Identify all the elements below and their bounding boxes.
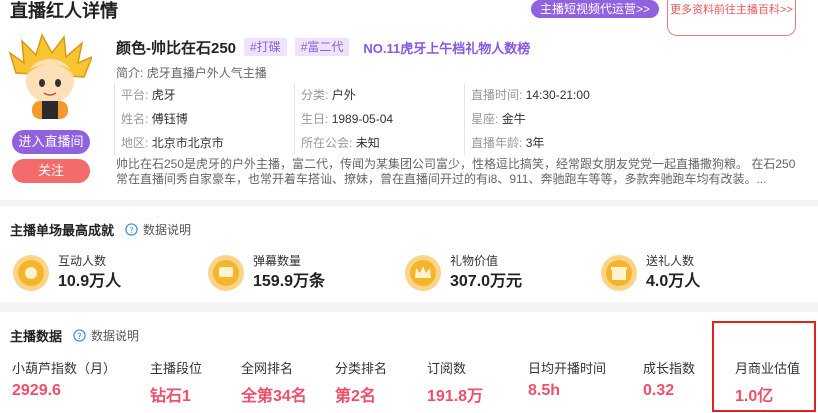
anchor-data-card: 主播数据 ? 数据说明 小葫芦指数（月） 2929.6 主播段位 钻石1 全网排… (0, 312, 818, 413)
info-real-name: 姓名: 傅钰博 (114, 107, 294, 131)
avatar (8, 33, 92, 119)
anchor-name: 颜色-帅比在石250 (116, 39, 237, 57)
anchor-data-title: 主播数据 (10, 329, 63, 344)
peak-data-help[interactable]: ? 数据说明 (125, 221, 191, 238)
info-birthday: 生日: 1989-05-04 (294, 107, 464, 131)
more-info-button[interactable]: 更多资料前往主播百科>> (667, 0, 796, 36)
metric-subscribers: 订阅数 191.8万 (427, 361, 484, 405)
follow-button[interactable]: 关注 (12, 159, 90, 183)
info-region: 地区: 北京市北京市 (114, 131, 294, 155)
anchor-data-help[interactable]: ? 数据说明 (73, 327, 139, 344)
info-zodiac: 星座: 金牛 (464, 107, 794, 131)
gift-crown-medal-icon (405, 255, 441, 291)
question-icon: ? (125, 223, 138, 236)
peak-achievement-card: 主播单场最高成就 ? 数据说明 互动人数 10.9万人 弹幕数量 159.9万条… (0, 206, 818, 302)
profile-panel: 直播红人详情 主播短视频代运营>> 更多资料前往主播百科>> 进入直播间 关注 … (0, 0, 818, 200)
question-icon: ? (73, 329, 86, 342)
danmaku-medal-icon (208, 255, 244, 291)
intro-line: 简介: 虎牙直播户外人气主播 (116, 64, 267, 81)
info-stream-age: 直播年龄: 3年 (464, 131, 794, 155)
metric-growth-index: 成长指数 0.32 (643, 361, 696, 399)
tag-dj[interactable]: #打碟 (244, 38, 287, 56)
page-title: 直播红人详情 (10, 1, 118, 21)
anchor-description: 帅比在石250是虎牙的户外主播，富二代，传闻为某集团公司富少，性格逗比搞笑，经常… (116, 157, 796, 186)
info-grid: 平台: 虎牙 分类: 户外 直播时间: 14:30-21:00 姓名: 傅钰博 … (114, 83, 794, 155)
peak-section-title: 主播单场最高成就 (10, 223, 115, 238)
gift-givers-medal-icon (601, 255, 637, 291)
metric-global-rank: 全网排名 全第34名 (241, 361, 307, 405)
intro-text: 虎牙直播户外人气主播 (146, 66, 267, 80)
svg-text:?: ? (77, 331, 81, 341)
info-live-time: 直播时间: 14:30-21:00 (464, 83, 794, 107)
info-platform: 平台: 虎牙 (114, 83, 294, 107)
promo-video-button[interactable]: 主播短视频代运营>> (531, 0, 659, 18)
rank-badge[interactable]: NO.11虎牙上午档礼物人数榜 (363, 38, 530, 57)
enter-live-room-button[interactable]: 进入直播间 (12, 130, 90, 154)
svg-text:?: ? (129, 225, 133, 235)
valuation-highlight-box (712, 321, 816, 412)
info-category: 分类: 户外 (294, 83, 464, 107)
tag-rich-kid[interactable]: #富二代 (294, 38, 350, 56)
interaction-medal-icon (13, 255, 49, 291)
metric-tier: 主播段位 钻石1 (150, 361, 203, 405)
metric-daily-stream-time: 日均开播时间 8.5h (528, 361, 607, 399)
info-guild: 所在公会: 未知 (294, 131, 464, 155)
metric-hulu-index: 小葫芦指数（月） 2929.6 (12, 361, 117, 399)
name-row: 颜色-帅比在石250 #打碟 #富二代 NO.11虎牙上午档礼物人数榜 (116, 36, 530, 58)
metric-category-rank: 分类排名 第2名 (335, 361, 388, 405)
intro-label: 简介: (116, 66, 144, 80)
